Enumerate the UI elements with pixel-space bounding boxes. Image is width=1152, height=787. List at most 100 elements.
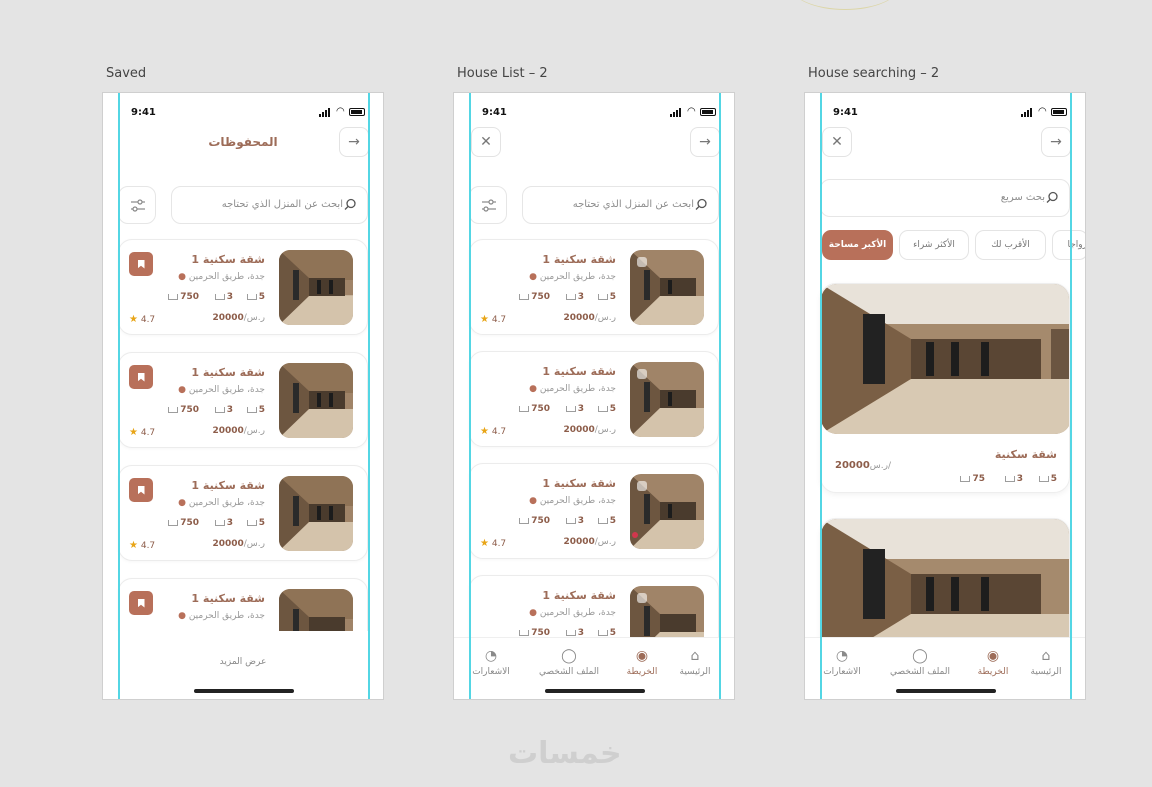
signal-icon bbox=[670, 107, 683, 117]
listing-card[interactable]: شقة سكنية 1 جدة، طريق الحرمين ● 5 3 750 … bbox=[118, 239, 368, 335]
tab-map[interactable]: ◉ الخريطة bbox=[958, 648, 1028, 677]
baths-count: 3 bbox=[214, 518, 233, 528]
bath-icon bbox=[1004, 475, 1015, 482]
wifi-icon: ◠ bbox=[336, 106, 345, 117]
frame-label-house-searching[interactable]: House searching – 2 bbox=[808, 66, 939, 81]
arrow-right-icon: → bbox=[348, 134, 360, 150]
bath-icon bbox=[214, 293, 225, 300]
location-pin-icon: ● bbox=[178, 385, 186, 395]
show-more-link[interactable]: عرض المزيد bbox=[103, 657, 383, 667]
property-card[interactable]: شقة سكنية 20000ر.س/ 5 3 75 bbox=[820, 283, 1070, 493]
tab-map[interactable]: ◉ الخريطة bbox=[607, 648, 677, 677]
photo-badge bbox=[637, 593, 647, 603]
listing-card[interactable]: شقة سكنية 1 جدة، طريق الحرمين ● 5 3 750 … bbox=[469, 463, 719, 559]
listing-name: شقة سكنية 1 bbox=[191, 592, 265, 605]
listing-price: ر.س/20000 bbox=[563, 425, 616, 435]
rooms-count: 5 bbox=[246, 518, 265, 528]
close-button[interactable]: ✕ bbox=[822, 127, 852, 157]
phone-saved: 9:41 ◠ المحفوظات → ابحث عن المنزل الذي ت… bbox=[102, 92, 384, 700]
baths-count: 3 bbox=[1004, 474, 1023, 484]
listing-card[interactable]: شقة سكنية 1 جدة، طريق الحرمين ● 5 3 750 … bbox=[469, 351, 719, 447]
area-value: 750 bbox=[168, 405, 199, 415]
frame-label-house-list[interactable]: House List – 2 bbox=[457, 66, 548, 81]
property-name: شقة سكنية bbox=[994, 448, 1057, 461]
area-icon bbox=[519, 517, 530, 524]
tab-notifications[interactable]: ◔ الاشعارات bbox=[807, 648, 877, 677]
search-placeholder: ابحث عن المنزل الذي تحتاجه bbox=[221, 199, 343, 210]
listing-rating: ★ 4.7 bbox=[129, 314, 156, 325]
listing-location: جدة، طريق الحرمين ● bbox=[178, 611, 265, 621]
bookmark-icon[interactable] bbox=[129, 252, 153, 276]
frame-label-saved[interactable]: Saved bbox=[106, 66, 146, 81]
listing-location: جدة، طريق الحرمين ● bbox=[178, 498, 265, 508]
star-icon: ★ bbox=[480, 426, 489, 437]
search-input[interactable]: ابحث عن المنزل الذي تحتاجه bbox=[171, 186, 368, 224]
bed-icon bbox=[246, 406, 257, 413]
listing-photo bbox=[279, 363, 353, 438]
filter-button[interactable] bbox=[118, 186, 156, 224]
bed-icon bbox=[597, 293, 608, 300]
location-pin-icon: ● bbox=[178, 611, 186, 621]
tab-profile[interactable]: ◯ الملف الشخصي bbox=[534, 648, 604, 677]
phone-house-searching: 9:41 ◠ ✕ → بحث سريع الأكبر مساحة الأكثر … bbox=[804, 92, 1086, 700]
listing-name: شقة سكنية 1 bbox=[191, 253, 265, 266]
baths-count: 3 bbox=[565, 292, 584, 302]
status-time: 9:41 bbox=[833, 107, 858, 118]
photo-badge bbox=[637, 369, 647, 379]
listing-name: شقة سكنية 1 bbox=[191, 479, 265, 492]
listing-photo bbox=[630, 250, 704, 325]
battery-icon bbox=[349, 108, 365, 116]
listing-card[interactable]: شقة سكنية 1 جدة، طريق الحرمين ● 5 3 750 … bbox=[118, 465, 368, 561]
bed-icon bbox=[597, 405, 608, 412]
map-marker-dot bbox=[632, 532, 638, 538]
bath-icon bbox=[565, 293, 576, 300]
layout-guide-left bbox=[820, 93, 822, 699]
listing-location: جدة، طريق الحرمين ● bbox=[529, 608, 616, 618]
tab-notifications[interactable]: ◔ الاشعارات bbox=[456, 648, 526, 677]
filter-chips: الأكبر مساحة الأكثر شراء الأقرب لك رواجا bbox=[820, 230, 1085, 260]
tab-profile[interactable]: ◯ الملف الشخصي bbox=[885, 648, 955, 677]
listing-rating: ★ 4.7 bbox=[480, 538, 507, 549]
chip-most-purchased[interactable]: الأكثر شراء bbox=[899, 230, 969, 260]
battery-icon bbox=[1051, 108, 1067, 116]
filter-icon bbox=[482, 199, 496, 212]
area-value: 750 bbox=[519, 292, 550, 302]
phone-house-list: 9:41 ◠ ✕ → ابحث عن المنزل الذي تحتاجه شق… bbox=[453, 92, 735, 700]
search-input[interactable]: بحث سريع bbox=[820, 179, 1070, 217]
listing-location: جدة، طريق الحرمين ● bbox=[529, 272, 616, 282]
chip-largest-area[interactable]: الأكبر مساحة bbox=[822, 230, 893, 260]
back-button[interactable]: → bbox=[690, 127, 720, 157]
back-button[interactable]: → bbox=[339, 127, 369, 157]
status-time: 9:41 bbox=[482, 107, 507, 118]
search-input[interactable]: ابحث عن المنزل الذي تحتاجه bbox=[522, 186, 719, 224]
bath-icon bbox=[214, 519, 225, 526]
rooms-count: 5 bbox=[246, 292, 265, 302]
bookmark-icon[interactable] bbox=[129, 365, 153, 389]
bath-icon bbox=[565, 405, 576, 412]
listing-specs: 5 3 750 bbox=[496, 516, 616, 528]
listing-price: ر.س/20000 bbox=[563, 313, 616, 323]
home-indicator bbox=[896, 689, 996, 693]
bookmark-icon[interactable] bbox=[129, 478, 153, 502]
bookmark-icon[interactable] bbox=[129, 591, 153, 615]
status-time: 9:41 bbox=[131, 107, 156, 118]
area-value: 750 bbox=[168, 518, 199, 528]
close-button[interactable]: ✕ bbox=[471, 127, 501, 157]
back-button[interactable]: → bbox=[1041, 127, 1071, 157]
close-icon: ✕ bbox=[831, 134, 843, 150]
chip-trending[interactable]: رواجا bbox=[1052, 230, 1085, 260]
user-icon: ◯ bbox=[912, 648, 928, 664]
location-pin-icon: ● bbox=[529, 272, 537, 282]
listing-photo bbox=[630, 362, 704, 437]
listing-photo bbox=[279, 476, 353, 551]
listing-card[interactable]: شقة سكنية 1 جدة، طريق الحرمين ● 5 3 750 … bbox=[118, 352, 368, 448]
filter-button[interactable] bbox=[469, 186, 507, 224]
bell-icon: ◔ bbox=[484, 648, 498, 664]
listing-card[interactable]: شقة سكنية 1 جدة، طريق الحرمين ● 5 3 750 … bbox=[469, 239, 719, 335]
status-bar: 9:41 ◠ bbox=[805, 103, 1085, 123]
bed-icon bbox=[1038, 475, 1049, 482]
baths-count: 3 bbox=[214, 405, 233, 415]
chip-nearest[interactable]: الأقرب لك bbox=[975, 230, 1046, 260]
signal-icon bbox=[1021, 107, 1034, 117]
map-pin-icon: ◉ bbox=[635, 648, 649, 664]
